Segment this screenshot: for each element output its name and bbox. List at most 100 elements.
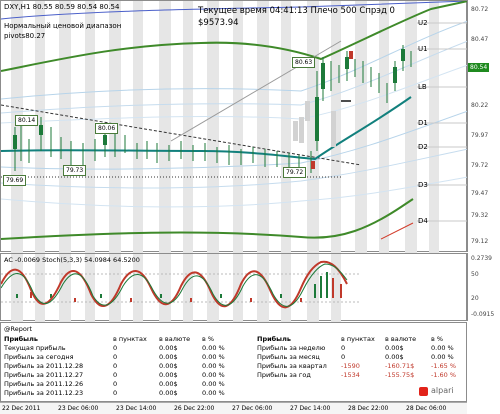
- left-row-points: 0: [113, 353, 118, 361]
- time-tick: 27 Dec 14:00: [290, 405, 331, 412]
- time-tick: 28 Dec 06:00: [406, 405, 447, 412]
- level-label-lb: LB: [418, 83, 427, 91]
- right-row-percent: 0.00 %: [431, 344, 454, 352]
- osc-tick: 20: [471, 295, 479, 302]
- indicator-name: Нормальный ценовой диапазон: [4, 22, 122, 30]
- time-tick: 27 Dec 06:00: [232, 405, 273, 412]
- time-axis: 22 Dec 2011 23 Dec 06:00 23 Dec 14:00 26…: [0, 402, 467, 414]
- price-pill-low-mid: 79.73: [63, 165, 87, 176]
- left-header-percent: в %: [202, 335, 215, 343]
- oscillator-panel[interactable]: AC -0.0069 Stoch(5,3,3) 54.0984 64.5200: [0, 253, 467, 322]
- right-row-label: Прибыль за квартал: [257, 362, 327, 370]
- left-row-label: Прибыль за сегодня: [4, 353, 74, 361]
- left-row-label: Прибыль за 2011.12.28: [4, 362, 84, 370]
- level-label-u1: U1: [418, 45, 428, 53]
- left-row-currency: 0.00$: [159, 371, 178, 379]
- left-row-percent: 0.00 %: [202, 380, 225, 388]
- left-row-currency: 0.00$: [159, 362, 178, 370]
- level-label-d2: D2: [418, 143, 428, 151]
- left-row-currency: 0.00$: [159, 353, 178, 361]
- left-row-points: 0: [113, 344, 118, 352]
- alpari-logo: alpari: [419, 385, 463, 399]
- left-row-percent: 0.00 %: [202, 353, 225, 361]
- right-row-points: -1534: [341, 371, 360, 379]
- price-pill-left: 80.14: [15, 115, 39, 126]
- left-row-label: Текущая прибыль: [4, 344, 66, 352]
- left-header-label: Прибыль: [4, 335, 38, 343]
- price-tick: 80.72: [471, 6, 489, 13]
- main-chart-canvas: [1, 1, 468, 253]
- left-row-points: 0: [113, 371, 118, 379]
- time-tick: 26 Dec 22:00: [174, 405, 215, 412]
- left-row-label: Прибыль за 2011.12.27: [4, 371, 84, 379]
- left-row-currency: 0.00$: [159, 389, 178, 397]
- price-tick: 80.22: [471, 102, 489, 109]
- report-panel: @Report Прибыль в пунктах в валюте в % Т…: [0, 322, 467, 402]
- time-tick: 22 Dec 2011: [2, 405, 41, 412]
- alpari-logo-text: alpari: [431, 386, 454, 395]
- price-pill-low-left: 79.69: [3, 175, 27, 186]
- left-row-percent: 0.00 %: [202, 344, 225, 352]
- left-header-points: в пунктах: [113, 335, 147, 343]
- right-row-label: Прибыль за неделю: [257, 344, 326, 352]
- price-tick: 79.12: [471, 238, 489, 245]
- level-label-d1: D1: [418, 119, 428, 127]
- osc-tick: -0.0915: [471, 311, 495, 318]
- alpari-logo-mark: [419, 387, 428, 396]
- account-balance: $9573.94: [198, 18, 239, 28]
- level-label-d3: D3: [418, 181, 428, 189]
- price-pill-low-right: 79.72: [283, 167, 307, 178]
- session-stripes: [11, 1, 439, 253]
- right-header-percent: в %: [431, 335, 444, 343]
- right-header-points: в пунктах: [341, 335, 375, 343]
- symbol-info: DXY,H1 80.55 80.59 80.54 80.54: [4, 3, 120, 11]
- right-row-percent: -1.60 %: [431, 371, 457, 379]
- oscillator-header: AC -0.0069 Stoch(5,3,3) 54.0984 64.5200: [4, 256, 140, 264]
- oscillator-canvas: [1, 254, 361, 322]
- oscillator-axis: 0.2739 50 20 -0.0915: [467, 253, 500, 321]
- level-label-u2: U2: [418, 19, 428, 27]
- osc-tick: 50: [471, 271, 479, 278]
- price-tick: 79.47: [471, 190, 489, 197]
- left-row-currency: 0.00$: [159, 344, 178, 352]
- right-row-points: 0: [341, 344, 346, 352]
- left-row-percent: 0.00 %: [202, 371, 225, 379]
- right-row-currency: -155.75$: [385, 371, 415, 379]
- report-title: @Report: [4, 325, 33, 333]
- left-row-points: 0: [113, 380, 118, 388]
- right-row-points: 0: [341, 353, 346, 361]
- right-row-points: -1590: [341, 362, 360, 370]
- price-pill-high: 80.63: [292, 57, 316, 68]
- right-row-label: Прибыль за месяц: [257, 353, 320, 361]
- osc-tick: 0.2739: [471, 255, 492, 262]
- right-header-label: Прибыль: [257, 335, 291, 343]
- left-row-label: Прибыль за 2011.12.26: [4, 380, 84, 388]
- right-row-currency: 0.00$: [385, 344, 404, 352]
- left-row-percent: 0.00 %: [202, 362, 225, 370]
- right-row-currency: 0.00$: [385, 353, 404, 361]
- left-row-points: 0: [113, 389, 118, 397]
- current-price-tag: 80.54: [468, 63, 490, 72]
- price-tick: 79.32: [471, 212, 489, 219]
- left-row-currency: 0.00$: [159, 380, 178, 388]
- time-tick: 28 Dec 22:00: [348, 405, 389, 412]
- price-tick: 79.72: [471, 162, 489, 169]
- main-price-axis: 80.72 80.47 80.22 79.97 79.72 79.47 79.3…: [467, 0, 500, 252]
- right-header-currency: в валюте: [385, 335, 417, 343]
- pivot-label: pivots80.27: [4, 32, 46, 40]
- right-row-label: Прибыль за год: [257, 371, 311, 379]
- time-tick: 23 Dec 14:00: [116, 405, 157, 412]
- price-pill-mid: 80.06: [95, 123, 119, 134]
- price-tick: 80.47: [471, 36, 489, 43]
- right-row-percent: -1.65 %: [431, 362, 457, 370]
- level-label-d4: D4: [418, 217, 428, 225]
- time-tick: 23 Dec 06:00: [58, 405, 99, 412]
- price-tick: 79.97: [471, 132, 489, 139]
- left-row-percent: 0.00 %: [202, 389, 225, 397]
- left-header-currency: в валюте: [159, 335, 191, 343]
- left-row-label: Прибыль за 2011.12.23: [4, 389, 84, 397]
- current-time-info: Текущее время 04:41:13 Плечо 500 Спрэд 0: [198, 6, 395, 16]
- left-row-points: 0: [113, 362, 118, 370]
- main-chart-panel[interactable]: DXY,H1 80.55 80.59 80.54 80.54 Нормальны…: [0, 0, 468, 253]
- right-row-percent: 0.00 %: [431, 353, 454, 361]
